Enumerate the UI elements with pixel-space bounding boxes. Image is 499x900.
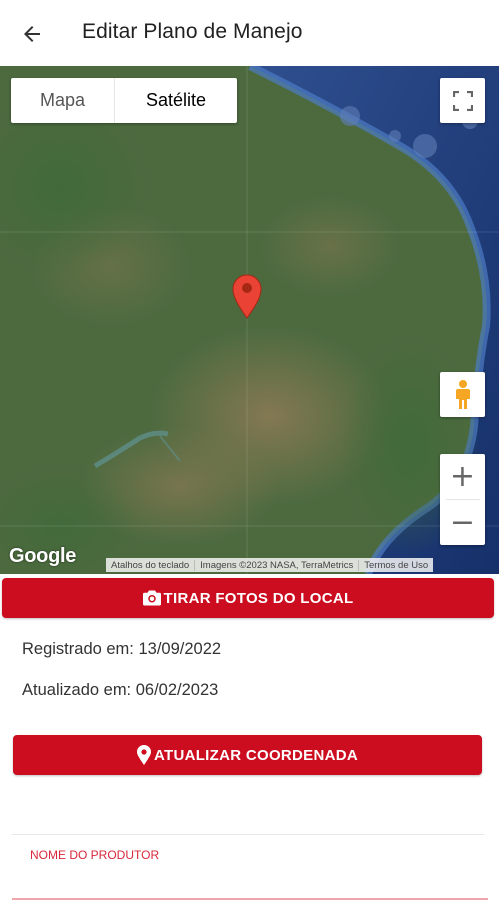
page-title: Editar Plano de Manejo xyxy=(82,20,303,43)
update-coordinate-button[interactable]: ATUALIZAR COORDENADA xyxy=(13,735,482,775)
map-attribution: Atalhos do teclado Imagens ©2023 NASA, T… xyxy=(106,558,434,572)
producer-name-label: NOME DO PRODUTOR xyxy=(30,848,160,862)
pegman-icon xyxy=(455,379,470,409)
map-view[interactable]: Mapa Satélite + − Google Atalhos do tecl… xyxy=(0,66,499,574)
fullscreen-button[interactable] xyxy=(440,78,485,123)
camera-icon xyxy=(142,590,161,606)
back-button[interactable] xyxy=(16,18,48,50)
producer-name-input[interactable] xyxy=(12,866,488,900)
arrow-left-icon xyxy=(24,26,40,42)
zoom-out-button[interactable]: − xyxy=(440,500,485,545)
street-view-button[interactable] xyxy=(440,372,485,417)
fullscreen-icon xyxy=(452,90,473,111)
section-divider xyxy=(12,834,484,835)
app-bar: Editar Plano de Manejo xyxy=(0,0,499,66)
google-logo: Google xyxy=(9,545,77,567)
update-coordinate-label: ATUALIZAR COORDENADA xyxy=(153,746,359,764)
map-type-option-map[interactable]: Mapa xyxy=(11,78,115,123)
updated-date: Atualizado em: 06/02/2023 xyxy=(22,681,219,699)
satellite-imagery xyxy=(0,66,499,574)
keyboard-shortcuts-link[interactable]: Atalhos do teclado xyxy=(106,560,194,571)
take-photos-button[interactable]: TIRAR FOTOS DO LOCAL xyxy=(2,578,494,618)
map-type-control: Mapa Satélite xyxy=(11,78,237,123)
take-photos-label: TIRAR FOTOS DO LOCAL xyxy=(163,589,354,607)
registered-date: Registrado em: 13/09/2022 xyxy=(22,640,222,658)
zoom-in-button[interactable]: + xyxy=(440,454,485,499)
terms-link[interactable]: Termos de Uso xyxy=(358,559,433,571)
map-type-option-satellite[interactable]: Satélite xyxy=(115,78,237,123)
map-marker-icon xyxy=(136,745,151,765)
zoom-control: + − xyxy=(440,454,485,545)
imagery-credit: Imagens ©2023 NASA, TerraMetrics xyxy=(194,559,358,571)
